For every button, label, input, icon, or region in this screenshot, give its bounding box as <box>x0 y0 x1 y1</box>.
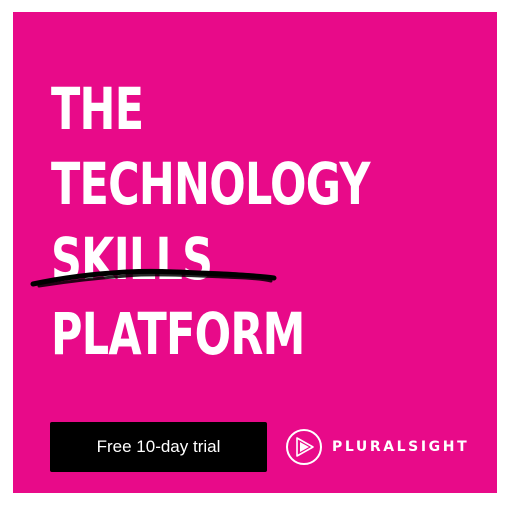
headline: THE TECHNOLOGY SKILLS PLATFORM <box>51 72 370 372</box>
headline-line-2: TECHNOLOGY <box>51 150 370 218</box>
brush-underline-stroke <box>30 268 277 288</box>
free-trial-button[interactable]: Free 10-day trial <box>50 422 267 472</box>
pluralsight-banner-ad[interactable]: THE TECHNOLOGY SKILLS PLATFORM Free 10-d… <box>13 12 497 493</box>
brand-name: PLURALSIGHT <box>332 439 470 455</box>
ad-frame: THE TECHNOLOGY SKILLS PLATFORM Free 10-d… <box>0 0 509 506</box>
headline-line-4: PLATFORM <box>51 300 305 368</box>
headline-line-1: THE <box>51 75 144 143</box>
pluralsight-play-logo-icon <box>286 429 322 465</box>
pluralsight-logo[interactable]: PLURALSIGHT <box>285 426 469 468</box>
